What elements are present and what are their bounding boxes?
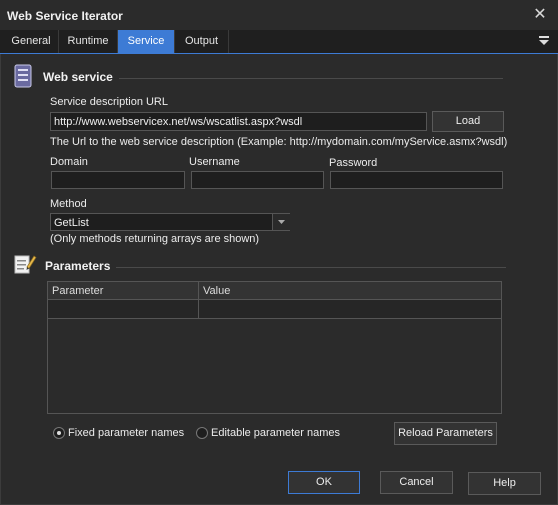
tab-runtime[interactable]: Runtime (59, 30, 118, 53)
dropdown-arrow-icon[interactable] (272, 214, 290, 230)
url-label: Service description URL (50, 96, 168, 108)
web-service-icon (14, 64, 32, 88)
column-header-parameter[interactable]: Parameter (48, 282, 199, 300)
domain-label: Domain (50, 156, 88, 168)
web-service-heading: Web service (43, 70, 113, 84)
method-value: GetList (54, 217, 89, 229)
parameters-heading: Parameters (45, 259, 111, 273)
help-button[interactable]: Help (468, 472, 541, 495)
web-service-separator (119, 78, 503, 79)
url-hint: The Url to the web service description (… (50, 136, 508, 148)
tab-service[interactable]: Service (118, 30, 175, 53)
password-field[interactable] (330, 171, 503, 189)
column-header-value[interactable]: Value (199, 282, 501, 300)
url-input[interactable]: http://www.webservicex.net/ws/wscatlist.… (50, 112, 427, 131)
method-select[interactable]: GetList (50, 213, 290, 231)
load-button[interactable]: Load (432, 111, 504, 132)
method-label: Method (50, 198, 87, 210)
close-icon[interactable]: ✕ (530, 5, 550, 25)
title-bar: Web Service Iterator ✕ (0, 0, 558, 30)
parameters-separator (116, 267, 506, 268)
fixed-names-label[interactable]: Fixed parameter names (68, 427, 184, 439)
tab-general[interactable]: General (4, 30, 59, 53)
table-row[interactable] (199, 300, 501, 319)
domain-field[interactable] (51, 171, 185, 189)
method-hint: (Only methods returning arrays are shown… (50, 233, 260, 245)
tab-menu-icon[interactable] (537, 35, 551, 47)
password-label: Password (329, 157, 378, 169)
editable-names-radio[interactable] (196, 427, 208, 439)
editable-names-label[interactable]: Editable parameter names (211, 427, 340, 439)
username-label: Username (189, 156, 240, 168)
reload-parameters-button[interactable]: Reload Parameters (394, 422, 497, 445)
ok-button[interactable]: OK (288, 471, 360, 494)
window-title: Web Service Iterator (7, 9, 123, 23)
fixed-names-radio[interactable] (53, 427, 65, 439)
cancel-button[interactable]: Cancel (380, 471, 453, 494)
username-field[interactable] (191, 171, 324, 189)
tab-output[interactable]: Output (175, 30, 229, 53)
tab-bar: General Runtime Service Output (0, 30, 558, 54)
parameters-grid[interactable]: Parameter Value (47, 281, 502, 414)
table-row[interactable] (48, 300, 199, 319)
parameters-icon (14, 255, 37, 274)
